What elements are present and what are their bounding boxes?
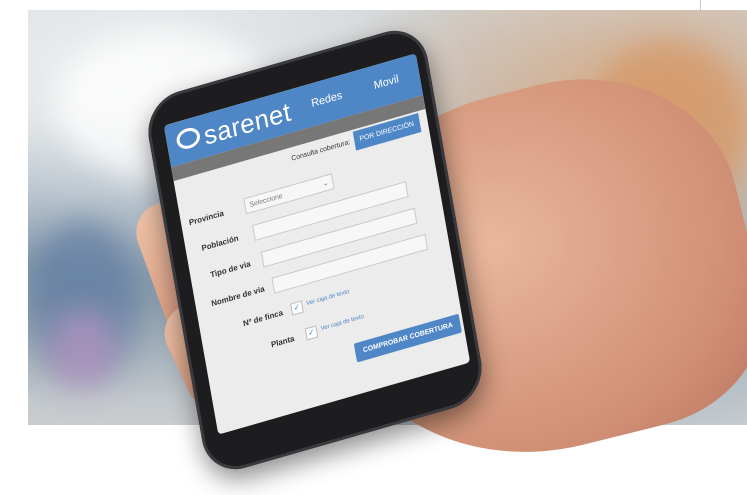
label-finca: Nº de finca	[242, 308, 284, 329]
checkbox-finca[interactable]: ✓	[290, 300, 304, 316]
checkbox-finca-label[interactable]: Ver caja de texto	[306, 289, 350, 307]
label-nombre-via: Nombre de via	[210, 284, 266, 309]
logo-icon	[175, 125, 202, 152]
label-poblacion: Población	[200, 233, 240, 253]
nav-movil[interactable]: Movil	[373, 73, 400, 92]
nav-redes[interactable]: Redes	[310, 89, 343, 110]
top-rule-tick	[700, 0, 701, 10]
chevron-down-icon: ⌄	[322, 179, 330, 189]
label-provincia: Provincia	[188, 208, 225, 228]
label-tipo-via: Tipo de via	[209, 259, 252, 280]
bokeh-pink	[48, 310, 118, 390]
checkbox-planta[interactable]: ✓	[304, 325, 319, 341]
checkbox-planta-label[interactable]: Ver caja de texto	[320, 314, 364, 332]
select-provincia-value: Seleccione	[249, 192, 284, 210]
top-rule	[0, 0, 747, 10]
label-planta: Planta	[270, 333, 296, 350]
